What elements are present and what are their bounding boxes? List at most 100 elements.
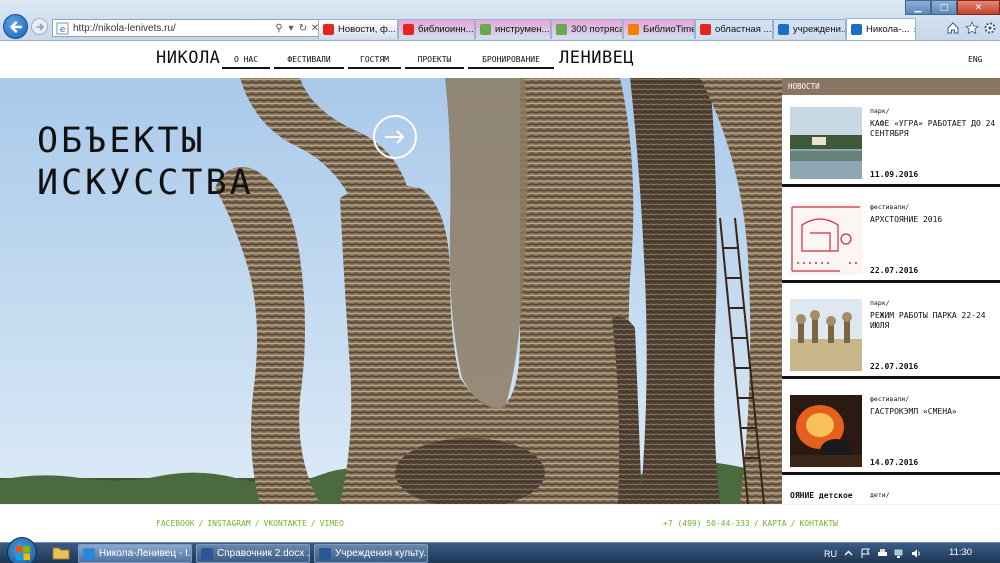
link-separator: / — [310, 519, 316, 528]
dropdown-icon[interactable]: ▾ — [285, 23, 297, 34]
logo-lenivets[interactable]: ЛЕНИВЕЦ — [559, 48, 634, 68]
browser-tab-label: инструмен... — [495, 24, 550, 35]
news-thumb[interactable] — [790, 299, 862, 371]
news-date: 22.07.2016 — [870, 266, 919, 275]
nav-link[interactable]: БРОНИРОВАНИЕ — [468, 55, 554, 69]
site-footer: FACEBOOK / INSTAGRAM / VKONTAKTE / VIMEO +7 (4… — [0, 504, 1000, 542]
browser-tab-label: библиоинн... — [418, 24, 474, 35]
close-window-button[interactable]: ✕ — [957, 0, 1000, 15]
nav-link[interactable]: ГОСТЯМ — [348, 55, 401, 69]
forward-button[interactable] — [31, 18, 48, 35]
social-link[interactable]: FACEBOOK — [156, 519, 195, 528]
nav-link[interactable]: ПРОЕКТЫ — [405, 55, 464, 69]
refresh-icon[interactable]: ↻ — [297, 23, 309, 34]
social-link[interactable]: VKONTAKTE — [264, 519, 307, 528]
home-icon[interactable] — [946, 21, 960, 35]
taskbar-task-label: Учреждения культу... — [335, 548, 428, 559]
word-doc-icon — [319, 547, 331, 560]
address-bar[interactable]: e http://nikola-lenivets.ru/ ⚲ ▾ ↻ ✕ — [52, 19, 322, 37]
hero-banner[interactable]: ОБЪЕКТЫ ИСКУССТВА — [0, 78, 782, 504]
news-title[interactable]: РЕЖИМ РАБОТЫ ПАРКА 22-24 ИЮЛЯ — [870, 311, 998, 331]
browser-tab[interactable]: 300 потряса... — [551, 19, 623, 39]
social-link[interactable]: VIMEO — [320, 519, 344, 528]
input-language[interactable]: RU — [824, 549, 837, 559]
address-url[interactable]: http://nikola-lenivets.ru/ — [73, 23, 273, 34]
news-title[interactable]: ГАСТРОКЭМП «СМЕНА» — [870, 407, 998, 417]
browser-tab[interactable]: областная ... — [695, 19, 773, 39]
network-icon[interactable] — [894, 548, 905, 559]
flag-icon[interactable] — [860, 548, 871, 559]
link-separator: / — [790, 519, 796, 528]
browser-tab[interactable]: Никола-...× — [846, 18, 916, 40]
contact-link[interactable]: +7 (499) 50-44-333 — [663, 519, 750, 528]
chevron-up-icon[interactable] — [843, 548, 854, 559]
windows-logo-icon — [16, 546, 30, 560]
gear-icon[interactable] — [983, 21, 997, 35]
news-item[interactable]: парк/РЕЖИМ РАБОТЫ ПАРКА 22-24 ИЮЛЯ 22.07.… — [782, 287, 1000, 379]
close-tab-icon[interactable]: × — [913, 25, 915, 35]
browser-tab[interactable]: инструмен... — [475, 19, 551, 39]
news-thumb[interactable] — [790, 395, 862, 467]
browser-tab-label: БиблиоTime — [643, 24, 695, 35]
news-item[interactable]: фестивали/АРХСТОЯНИЕ 2016 22.07.2016 — [782, 191, 1000, 283]
ie-page-icon — [851, 24, 862, 35]
back-button[interactable] — [3, 14, 28, 39]
contact-links: +7 (499) 50-44-333/КАРТА / КОНТАКТЫ — [663, 519, 838, 528]
news-thumbnail — [790, 299, 862, 371]
folder-icon[interactable] — [52, 545, 70, 561]
news-heading: НОВОСТИ — [782, 78, 1000, 95]
news-thumb-caption: ОЯНИЕ детское — [790, 491, 853, 500]
nav-link[interactable]: О НАС — [222, 55, 270, 69]
contact-link[interactable]: КОНТАКТЫ — [799, 519, 838, 528]
browser-chrome: ▁ □ ✕ e http://nikola-lenivets.ru/ ⚲ ▾ ↻… — [0, 0, 1000, 41]
news-title[interactable]: КАФЕ «УГРА» РАБОТАЕТ ДО 24 СЕНТЯБРЯ — [870, 119, 998, 139]
taskbar-task[interactable]: Справочник 2.docx ... — [196, 544, 310, 563]
system-tray: RU — [824, 546, 922, 561]
taskbar-task[interactable]: Никола-Ленивец - I... — [78, 544, 192, 563]
volume-icon[interactable] — [911, 548, 922, 559]
news-title[interactable]: АРХСТОЯНИЕ 2016 — [870, 215, 998, 225]
news-date: 22.07.2016 — [870, 362, 919, 371]
site-icon — [556, 24, 567, 35]
site-icon — [480, 24, 491, 35]
nav-link[interactable]: ФЕСТИВАЛИ — [274, 55, 344, 69]
taskbar-clock[interactable]: 11:30 — [949, 547, 972, 558]
news-item[interactable]: ОЯНИЕ детское дети/ — [782, 479, 1000, 504]
news-category: дети/ — [870, 491, 890, 499]
news-thumb[interactable]: ОЯНИЕ детское — [790, 491, 862, 504]
social-link[interactable]: INSTAGRAM — [207, 519, 250, 528]
search-icon[interactable]: ⚲ — [273, 23, 285, 34]
logo-nikola[interactable]: НИКОЛА — [156, 48, 220, 68]
language-switch[interactable]: ENG — [968, 55, 982, 64]
arrow-right-icon — [385, 130, 405, 144]
start-button[interactable] — [7, 537, 37, 563]
browser-tab[interactable]: библиоинн... — [398, 19, 475, 39]
news-thumb[interactable] — [790, 107, 862, 179]
site-header: НИКОЛА О НАС ФЕСТИВАЛИ ГОСТЯМ ПРОЕКТЫ БРОНИР… — [0, 41, 1000, 78]
printer-icon[interactable] — [877, 548, 888, 559]
news-thumb[interactable] — [790, 203, 862, 275]
link-separator: / — [198, 519, 204, 528]
browser-tab[interactable]: Новости, ф... — [318, 19, 398, 39]
browser-tab[interactable]: БиблиоTime — [623, 19, 695, 39]
news-item[interactable]: фестивали/ГАСТРОКЭМП «СМЕНА» 14.07.2016 — [782, 383, 1000, 475]
hero-title-line2: ИСКУССТВА — [37, 163, 254, 203]
star-icon[interactable] — [965, 21, 979, 35]
news-item[interactable]: парк/КАФЕ «УГРА» РАБОТАЕТ ДО 24 СЕНТЯБРЯ… — [782, 95, 1000, 187]
taskbar-task[interactable]: Учреждения культу... — [314, 544, 428, 563]
browser-tab-label: Никола-... — [866, 24, 910, 35]
browser-tab-label: областная ... — [715, 24, 772, 35]
minimize-button[interactable]: ▁ — [905, 0, 931, 15]
contact-link[interactable]: КАРТА — [763, 519, 787, 528]
news-thumbnail — [790, 395, 862, 467]
ie-page-icon: e — [56, 22, 69, 35]
word-doc-icon — [201, 547, 213, 560]
hero-title: ОБЪЕКТЫ ИСКУССТВА — [37, 120, 254, 204]
browser-tab-label: учреждени... — [793, 24, 846, 35]
news-date: 14.07.2016 — [870, 458, 919, 467]
windows-taskbar: Никола-Ленивец - I... Справочник 2.docx .… — [0, 537, 1000, 563]
yandex-icon — [403, 24, 414, 35]
maximize-button[interactable]: □ — [931, 0, 957, 15]
browser-tab[interactable]: учреждени... — [773, 19, 846, 39]
hero-next-button[interactable] — [373, 115, 417, 159]
